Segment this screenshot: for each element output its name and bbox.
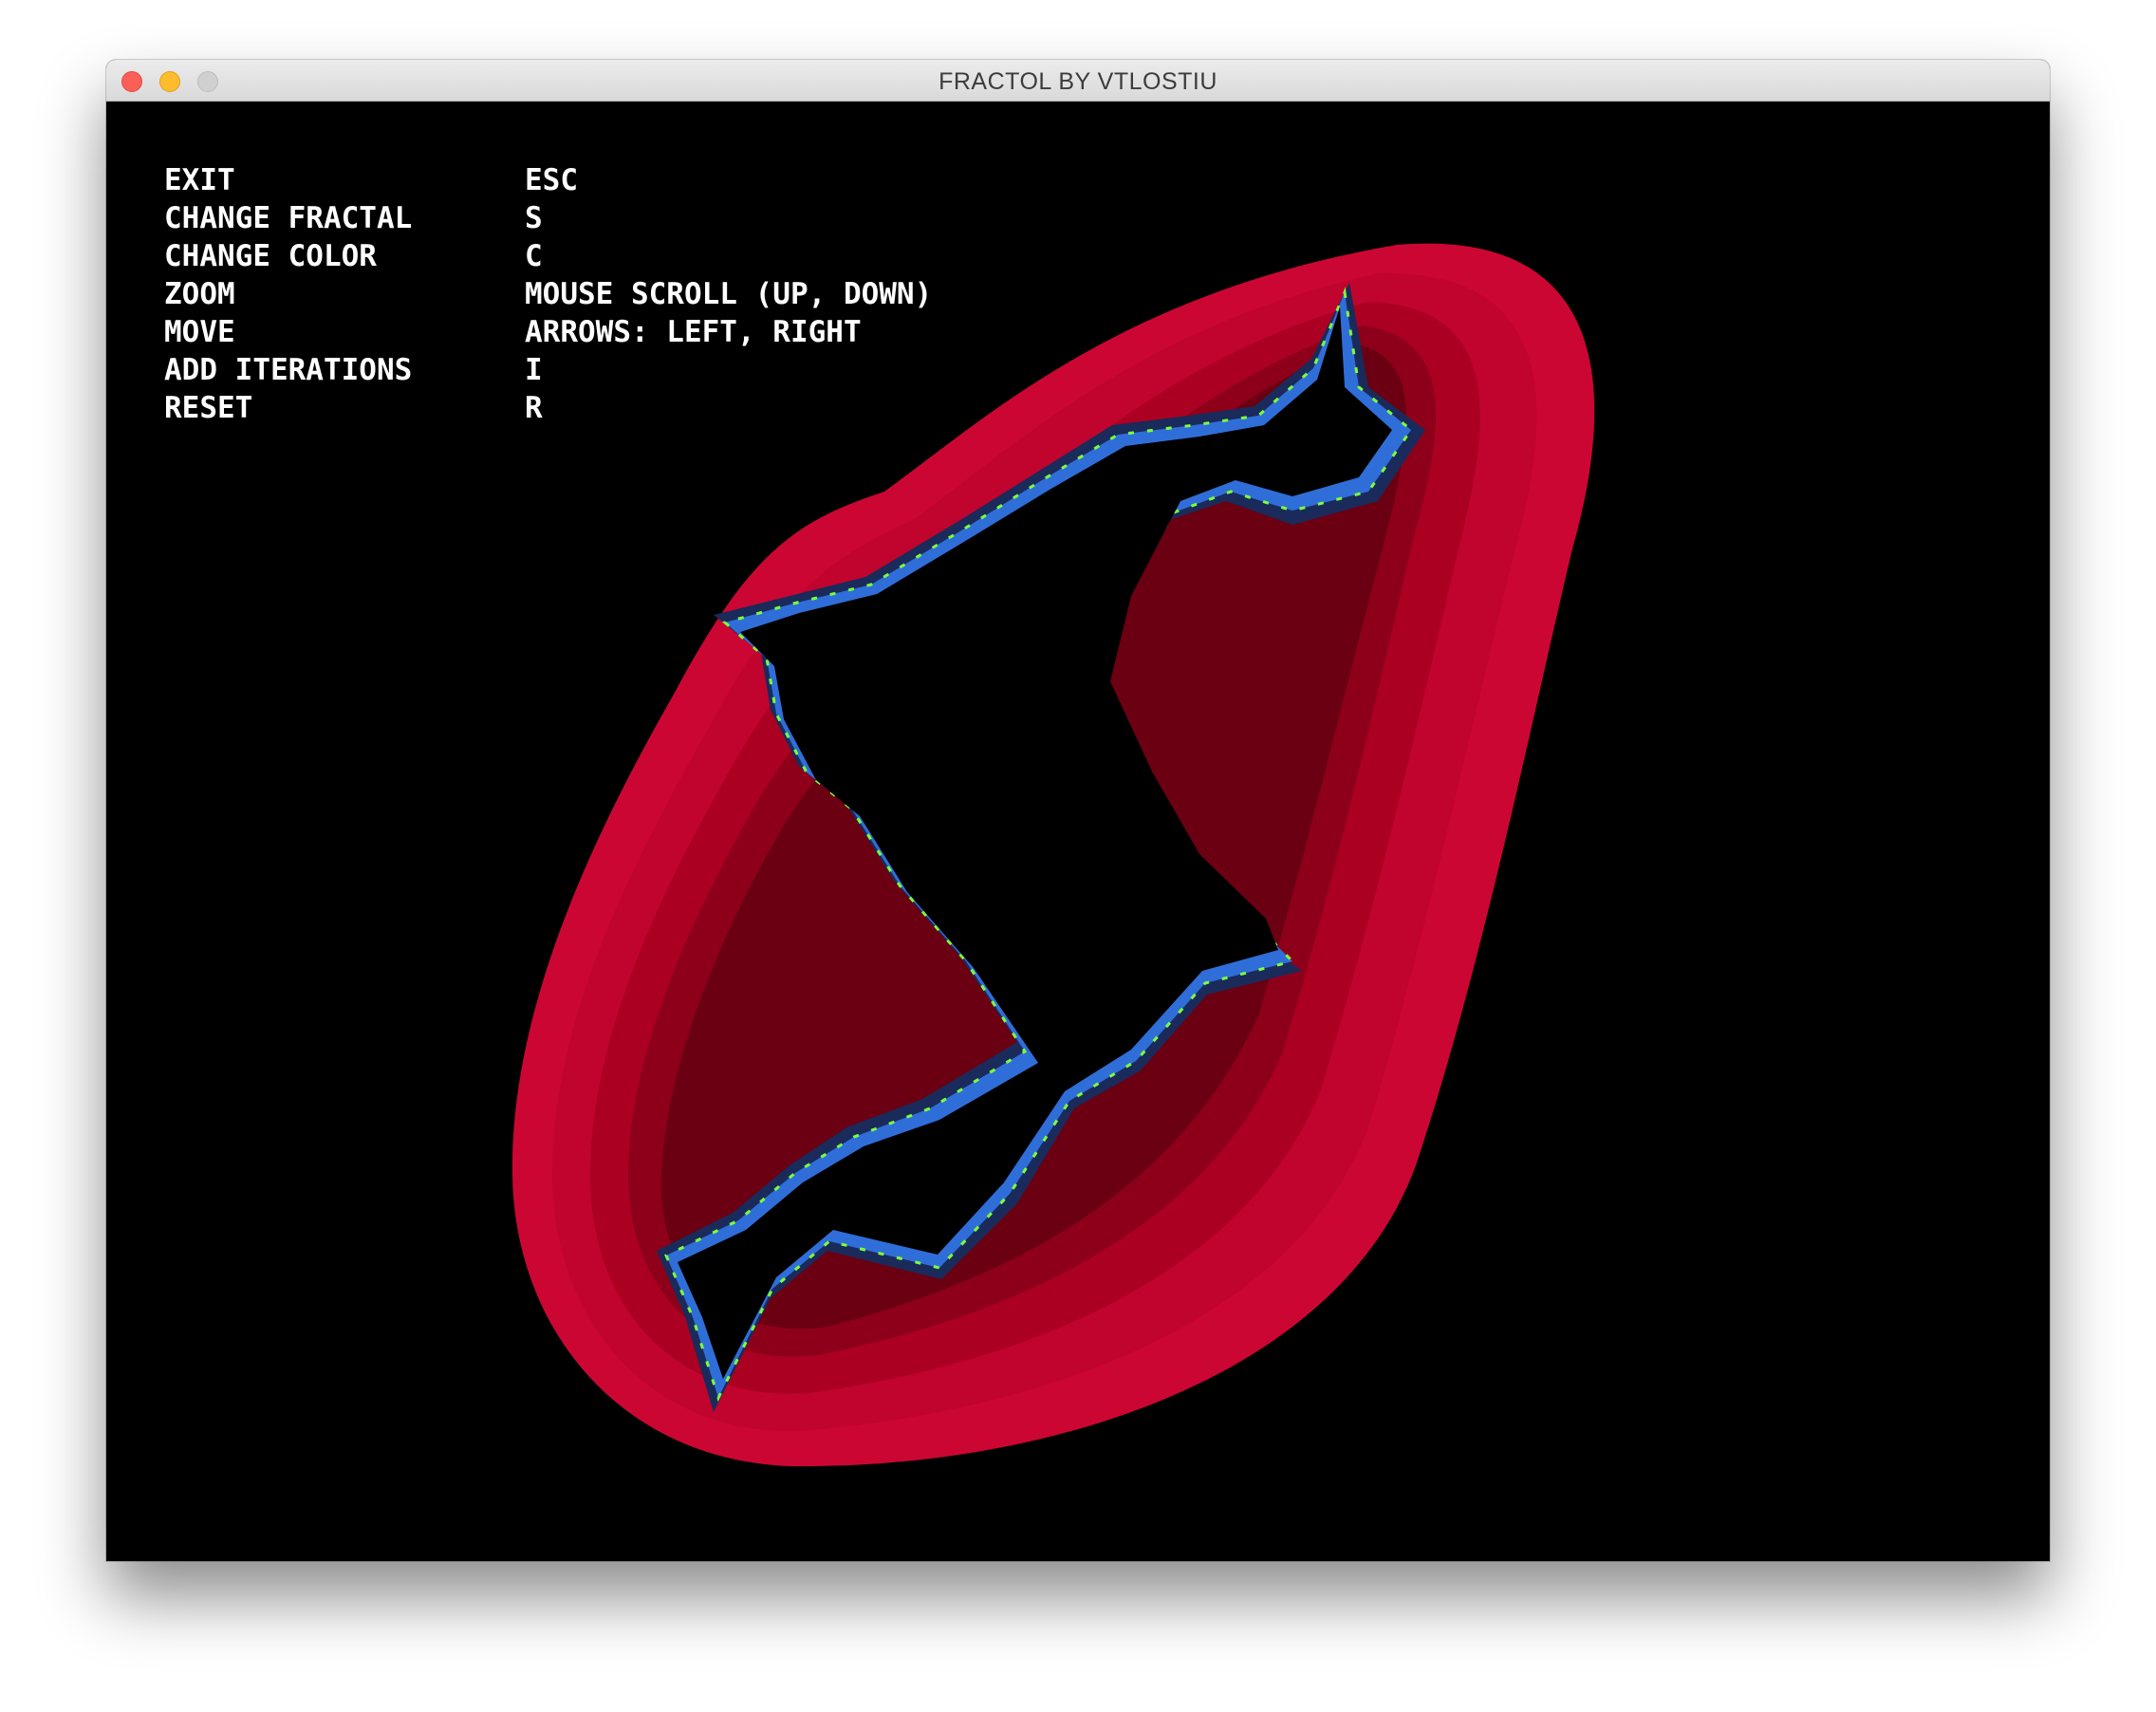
control-action: EXIT <box>164 163 235 197</box>
control-action: RESET <box>164 391 253 425</box>
control-action: ADD ITERATIONS <box>164 353 413 387</box>
window-title: FRACTOL BY VTLOSTIU <box>939 68 1217 95</box>
app-window: FRACTOL BY VTLOSTIU EXIT ESC CHANGE FRAC… <box>106 60 2050 1561</box>
title-bar[interactable]: FRACTOL BY VTLOSTIU <box>106 60 2050 102</box>
control-action: CHANGE COLOR <box>164 239 377 273</box>
control-action: CHANGE FRACTAL <box>164 201 413 235</box>
control-key: ESC <box>525 163 578 197</box>
fractal-canvas[interactable]: EXIT ESC CHANGE FRACTAL S CHANGE COLOR C… <box>106 102 2050 1561</box>
control-key: MOUSE SCROLL (UP, DOWN) <box>525 277 933 311</box>
control-key: R <box>525 391 543 425</box>
control-key: ARROWS: LEFT, RIGHT <box>525 315 862 349</box>
control-action: MOVE <box>164 315 235 349</box>
fractal-render <box>511 243 1595 1467</box>
control-key: C <box>525 239 543 273</box>
control-action: ZOOM <box>164 277 235 311</box>
julia-set <box>511 243 1595 1467</box>
control-key: S <box>525 201 543 235</box>
control-key: I <box>525 353 543 387</box>
